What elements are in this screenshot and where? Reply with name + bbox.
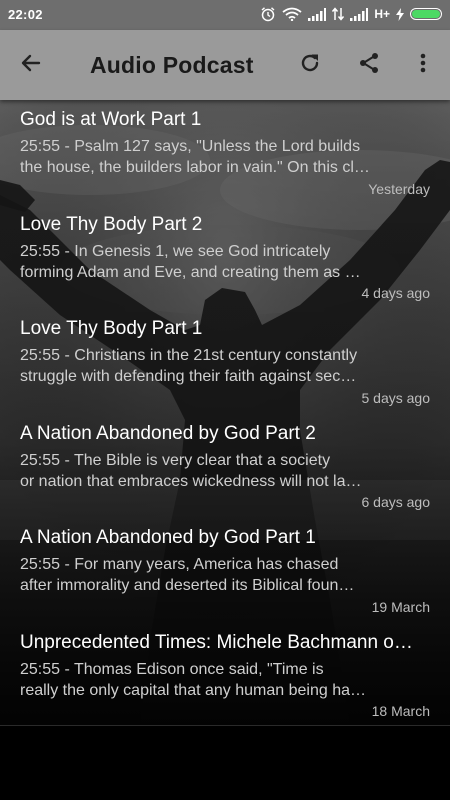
episode-description-line: 25:55 - In Genesis 1, we see God intrica… <box>20 242 331 260</box>
episode-description-line: or nation that embraces wickedness will … <box>20 472 362 490</box>
episode-description-line: struggle with defending their faith agai… <box>20 368 357 385</box>
page-title: Audio Podcast <box>90 52 254 78</box>
list-item[interactable]: Love Thy Body Part 1 25:55 - Christians … <box>0 309 450 414</box>
more-vertical-icon <box>419 51 427 80</box>
episode-description-line: after immorality and deserted its Biblic… <box>20 577 355 594</box>
list-item[interactable]: God is at Work Part 1 25:55 - Psalm 127 … <box>0 100 450 205</box>
list-item[interactable]: Love Thy Body Part 2 25:55 - In Genesis … <box>0 205 450 310</box>
battery-level <box>412 10 440 18</box>
episode-description: 25:55 - In Genesis 1, we see God intrica… <box>20 241 390 283</box>
app-bar: Audio Podcast <box>0 30 450 100</box>
episode-date: Yesterday <box>368 180 430 197</box>
refresh-button[interactable] <box>295 50 325 80</box>
episode-description: 25:55 - Psalm 127 says, "Unless the Lord… <box>20 136 390 178</box>
alarm-icon <box>260 6 276 22</box>
episode-date: 6 days ago <box>361 494 431 510</box>
episode-description-line: forming Adam and Eve, and creating them … <box>20 263 361 281</box>
status-icons: H+ <box>260 6 442 22</box>
list-item[interactable]: Unprecedented Times: Michele Bachmann o…… <box>0 623 450 728</box>
more-options-button[interactable] <box>408 50 438 80</box>
bottom-area <box>0 725 450 800</box>
episode-list: God is at Work Part 1 25:55 - Psalm 127 … <box>0 100 450 727</box>
back-button[interactable] <box>16 50 46 80</box>
episode-title: Love Thy Body Part 2 <box>20 213 203 235</box>
episode-title: Love Thy Body Part 1 <box>20 318 203 339</box>
episode-description-line: 25:55 - Thomas Edison once said, "Time i… <box>20 660 324 678</box>
episode-description: 25:55 - The Bible is very clear that a s… <box>20 450 390 492</box>
episode-description: 25:55 - Thomas Edison once said, "Time i… <box>20 659 390 701</box>
share-button[interactable] <box>354 50 384 80</box>
list-item[interactable]: A Nation Abandoned by God Part 2 25:55 -… <box>0 414 450 519</box>
episode-description: 25:55 - Christians in the 21st century c… <box>20 345 390 387</box>
share-icon <box>357 51 381 80</box>
screen: 22:02 H+ Audio Podcast God is at Work Pa… <box>0 0 450 800</box>
arrow-back-icon <box>19 51 43 80</box>
episode-title: A Nation Abandoned by God Part 1 <box>20 527 316 548</box>
data-arrows-icon <box>332 7 345 21</box>
status-bar: 22:02 H+ <box>0 0 450 30</box>
network-type: H+ <box>374 7 390 21</box>
episode-date: 19 March <box>371 598 430 615</box>
episode-title: God is at Work Part 1 <box>20 109 202 130</box>
episode-description: 25:55 - For many years, America has chas… <box>20 554 390 596</box>
episode-title: A Nation Abandoned by God Part 2 <box>20 422 316 444</box>
signal-icon <box>350 7 369 21</box>
list-item[interactable]: A Nation Abandoned by God Part 1 25:55 -… <box>0 518 450 623</box>
episode-description-line: really the only capital that any human b… <box>20 681 366 699</box>
battery-icon <box>410 8 442 20</box>
episode-description-line: 25:55 - For many years, America has chas… <box>20 556 339 573</box>
episode-date: 4 days ago <box>361 285 431 301</box>
charging-icon <box>396 7 404 21</box>
signal-icon <box>308 7 327 21</box>
episode-description-line: 25:55 - The Bible is very clear that a s… <box>20 451 331 469</box>
episode-description-line: the house, the builders labor in vain." … <box>20 159 370 176</box>
episode-title: Unprecedented Times: Michele Bachmann o… <box>20 631 413 653</box>
episode-date: 18 March <box>371 703 430 719</box>
episode-description-line: 25:55 - Christians in the 21st century c… <box>20 347 358 364</box>
wifi-icon <box>282 7 302 21</box>
refresh-icon <box>298 51 322 80</box>
episode-description-line: 25:55 - Psalm 127 says, "Unless the Lord… <box>20 138 361 155</box>
episode-date: 5 days ago <box>361 389 431 406</box>
status-time: 22:02 <box>8 7 43 22</box>
